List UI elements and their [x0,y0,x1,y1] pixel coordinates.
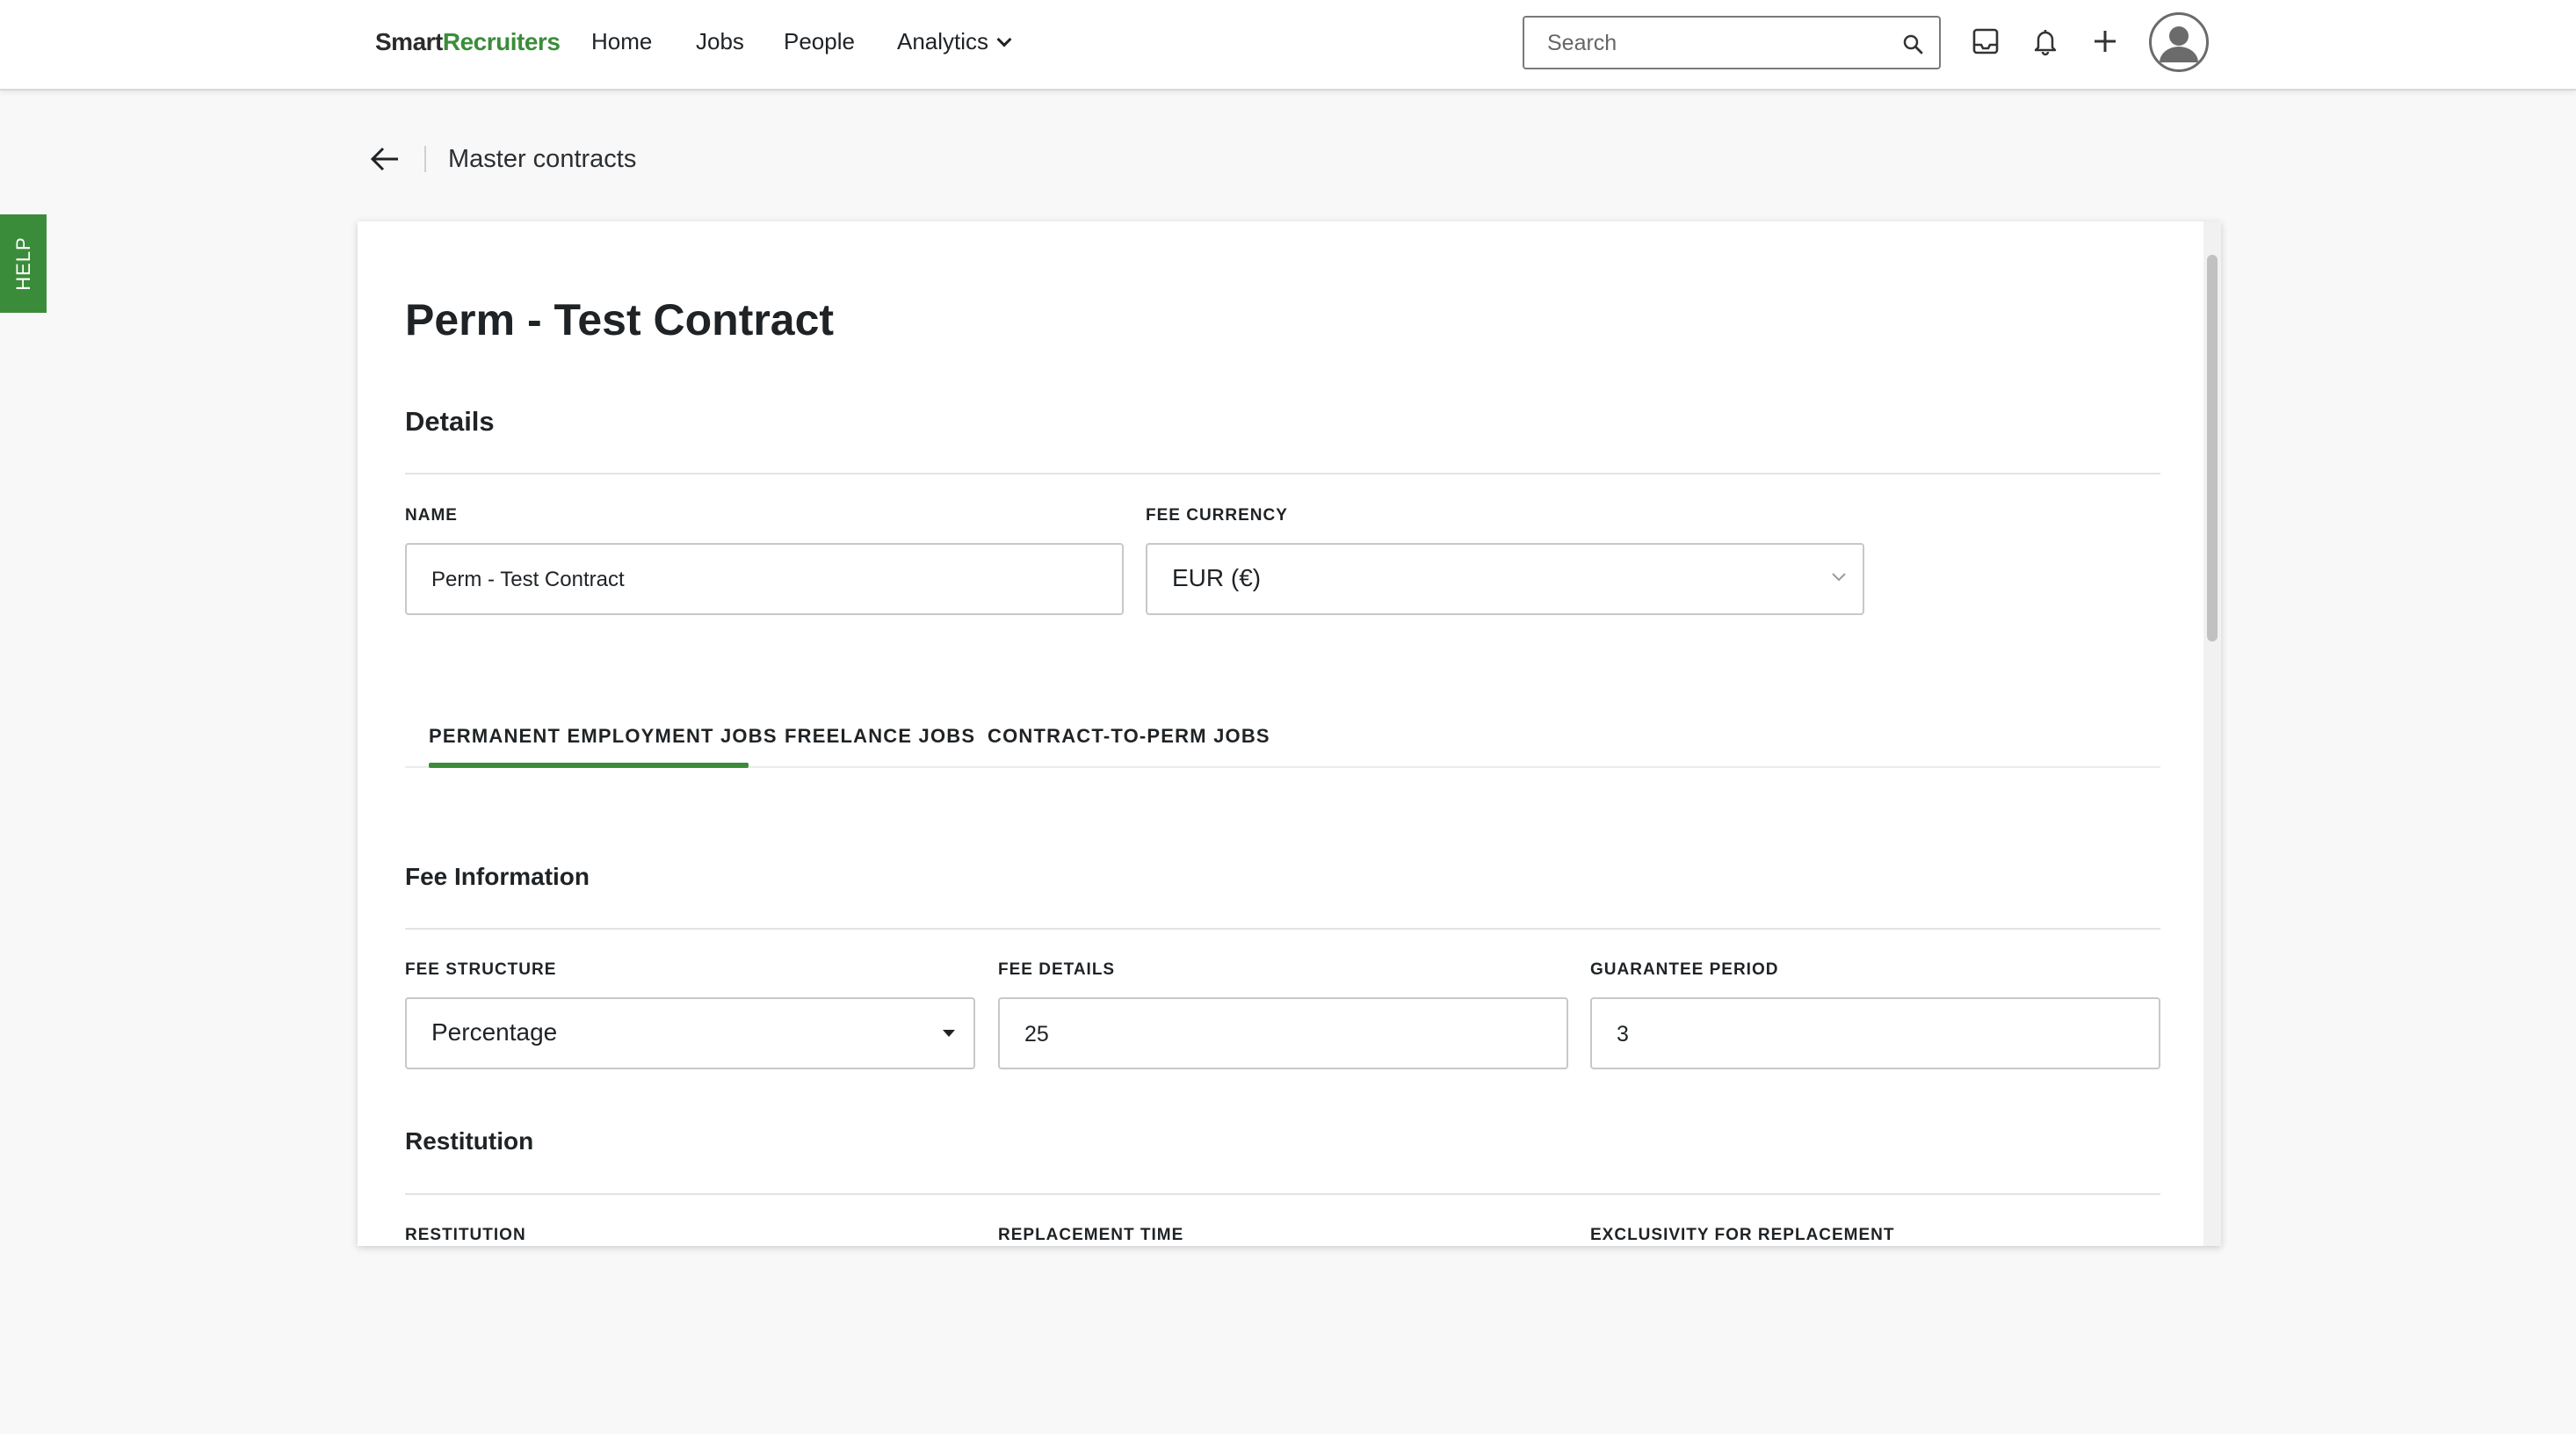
back-arrow-icon[interactable] [369,144,401,174]
fee-structure-select[interactable]: Percentage [405,997,975,1069]
smartrecruiters-logo[interactable]: SmartRecruiters [375,28,561,56]
restitution-heading: Restitution [405,1127,534,1155]
tab-contract-to-perm-jobs[interactable]: CONTRACT-TO-PERM JOBS [988,725,1270,748]
search-input[interactable] [1547,28,1899,58]
guarantee-period-input[interactable] [1617,1017,2070,1052]
replacement-time-label: REPLACEMENT TIME [998,1226,1184,1244]
nav-analytics[interactable]: Analytics [897,28,1012,55]
fee-details-input[interactable] [1024,1017,1478,1052]
breadcrumb-title: Master contracts [448,145,637,173]
name-input[interactable] [431,562,1004,598]
nav-people[interactable]: People [784,28,855,55]
tab-freelance-jobs[interactable]: FREELANCE JOBS [785,725,975,748]
guarantee-period-label: GUARANTEE PERIOD [1590,960,1779,979]
fee-information-heading: Fee Information [405,863,590,890]
fee-currency-select[interactable]: EUR (€) [1146,543,1864,615]
chevron-down-icon [1832,573,1846,582]
name-field[interactable] [405,543,1124,615]
add-icon[interactable] [2090,26,2120,56]
tab-permanent-employment-jobs[interactable]: PERMANENT EMPLOYMENT JOBS [429,725,778,748]
nav-home[interactable]: Home [591,28,652,55]
inbox-icon[interactable] [1971,26,2001,56]
user-silhouette-icon [2160,26,2198,62]
card-scrollbar-thumb[interactable] [2207,255,2218,641]
page-title: Perm - Test Contract [405,295,835,344]
name-label: NAME [405,506,458,525]
details-heading: Details [405,406,495,437]
contract-card: Perm - Test Contract Details NAME FEE CU… [358,221,2221,1246]
fee-details-label: FEE DETAILS [998,960,1116,979]
restitution-label: RESTITUTION [405,1226,526,1244]
breadcrumb-divider [424,146,426,172]
nav-jobs[interactable]: Jobs [696,28,744,55]
card-scrollbar[interactable] [2203,221,2221,1246]
fee-structure-value: Percentage [431,1018,558,1046]
help-tab-label: HELP [11,236,34,291]
fee-currency-value: EUR (€) [1172,564,1262,591]
search-icon[interactable] [1902,33,1923,54]
caret-down-icon [943,1030,955,1037]
fee-details-field[interactable] [998,997,1568,1069]
exclusivity-for-replacement-label: EXCLUSIVITY FOR REPLACEMENT [1590,1226,1895,1244]
fee-currency-label: FEE CURRENCY [1146,506,1288,525]
help-tab[interactable]: HELP [0,214,47,313]
logo-text-smart: Smart [375,28,443,55]
fee-information-divider [405,928,2160,930]
fee-structure-label: FEE STRUCTURE [405,960,557,979]
nav-analytics-label: Analytics [897,28,989,54]
chevron-down-icon [996,32,1012,47]
search-box[interactable] [1523,16,1941,69]
active-tab-indicator [429,763,749,768]
top-navigation-bar: SmartRecruiters Home Jobs People Analyti… [0,0,2576,91]
restitution-divider [405,1193,2160,1195]
logo-text-recruiters: Recruiters [442,28,561,55]
details-divider [405,473,2160,474]
user-avatar[interactable] [2149,12,2209,72]
bell-icon[interactable] [2030,26,2060,56]
guarantee-period-field[interactable] [1590,997,2160,1069]
